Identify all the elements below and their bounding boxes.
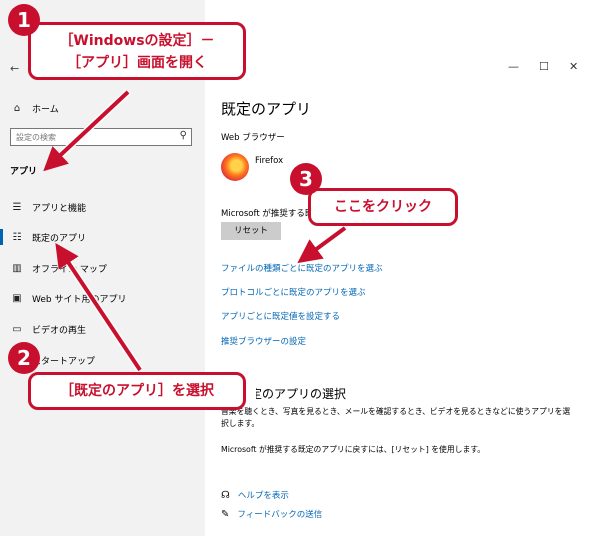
- back-button[interactable]: ←: [10, 62, 19, 75]
- callout-2-badge: 2: [8, 342, 40, 374]
- browser-name: Firefox: [255, 156, 284, 166]
- page-title: 既定のアプリ: [221, 100, 312, 118]
- sidebar-item-video-playback[interactable]: ▭ ビデオの再生: [10, 319, 86, 339]
- callout-1-badge: 1: [8, 4, 40, 36]
- website-icon: ▣: [12, 292, 22, 304]
- map-icon: ▥: [12, 262, 22, 274]
- sidebar: ← ⌂ ホーム 設定の検索 ⚲ アプリ ☰ アプリと機能 ☷ 既定のアプリ ▥ …: [0, 0, 205, 536]
- sidebar-item-label: ホーム: [32, 104, 59, 115]
- reset-button[interactable]: リセット: [221, 222, 281, 240]
- list-icon: ☰: [12, 201, 22, 213]
- link-choose-by-file-type[interactable]: ファイルの種類ごとに既定のアプリを選ぶ: [221, 262, 383, 274]
- selected-indicator: [0, 229, 3, 245]
- choose-description-text: 音楽を聴くとき、写真を見るとき、メールを確認するとき、ビデオを見るときなどに使う…: [221, 407, 571, 428]
- sidebar-item-label: Web サイト用のアプリ: [32, 294, 127, 305]
- choose-heading-text: 既定のアプリの選択: [256, 387, 346, 401]
- link-set-by-app[interactable]: アプリごとに既定値を設定する: [221, 310, 340, 322]
- choose-description: 音楽を聴くとき、写真を見るとき、メールを確認するとき、ビデオを見るときなどに使う…: [221, 406, 571, 430]
- feedback-label: フィードバックの送信: [237, 510, 323, 520]
- browser-heading: Web ブラウザー: [221, 133, 285, 143]
- firefox-icon: [221, 153, 249, 181]
- sidebar-item-label: オフライン マップ: [32, 264, 107, 275]
- browser-picker[interactable]: Firefox: [221, 153, 341, 183]
- search-input[interactable]: 設定の検索: [16, 132, 56, 143]
- help-icon: ☊: [221, 489, 230, 501]
- callout-3: ここをクリック: [308, 188, 458, 226]
- search-icon: ⚲: [179, 130, 187, 141]
- search-box[interactable]: 設定の検索 ⚲: [10, 128, 192, 146]
- sidebar-item-label: スタートアップ: [32, 356, 96, 367]
- maximize-button[interactable]: ☐: [539, 60, 549, 73]
- callout-3-badge: 3: [290, 163, 322, 195]
- callout-2-text: ［既定のアプリ］を選択: [60, 383, 214, 399]
- choose-heading: 既定のアプリの選択: [256, 385, 346, 401]
- home-icon: ⌂: [13, 102, 21, 114]
- close-button[interactable]: ✕: [569, 60, 578, 73]
- callout-1-line1: ［Windowsの設定］－: [59, 33, 215, 49]
- link-choose-by-protocol[interactable]: プロトコルごとに既定のアプリを選ぶ: [221, 286, 366, 298]
- sidebar-item-label: アプリと機能: [32, 203, 87, 214]
- feedback-link[interactable]: ✎ フィードバックの送信: [221, 508, 323, 521]
- link-recommended-browser[interactable]: 推奨ブラウザーの設定: [221, 335, 306, 347]
- reset-hint: Microsoft が推奨する既定のアプリに戻すには、[リセット] を使用します…: [221, 445, 486, 454]
- sidebar-item-offline-maps[interactable]: ▥ オフライン マップ: [10, 258, 107, 278]
- sidebar-item-websites[interactable]: ▣ Web サイト用のアプリ: [10, 288, 126, 308]
- reset-description: Microsoft が推奨する既定値にリセットする: [221, 209, 316, 219]
- callout-1: ［Windowsの設定］－ ［アプリ］画面を開く: [28, 22, 246, 80]
- callout-2: ［既定のアプリ］を選択: [28, 372, 246, 410]
- help-label: ヘルプを表示: [237, 491, 289, 501]
- section-heading: アプリ: [10, 167, 38, 177]
- video-icon: ▭: [12, 323, 22, 335]
- default-apps-icon: ☷: [12, 231, 22, 243]
- callout-1-line2: ［アプリ］画面を開く: [67, 55, 207, 71]
- sidebar-item-apps-features[interactable]: ☰ アプリと機能: [10, 197, 87, 217]
- sidebar-item-home[interactable]: ⌂ ホーム: [10, 98, 59, 118]
- sidebar-item-label: ビデオの再生: [32, 325, 87, 336]
- sidebar-item-default-apps[interactable]: ☷ 既定のアプリ: [10, 227, 87, 247]
- sidebar-item-label: 既定のアプリ: [32, 233, 87, 244]
- minimize-button[interactable]: —: [508, 60, 519, 73]
- feedback-icon: ✎: [221, 508, 230, 520]
- callout-3-text: ここをクリック: [334, 199, 432, 215]
- help-link[interactable]: ☊ ヘルプを表示: [221, 489, 289, 502]
